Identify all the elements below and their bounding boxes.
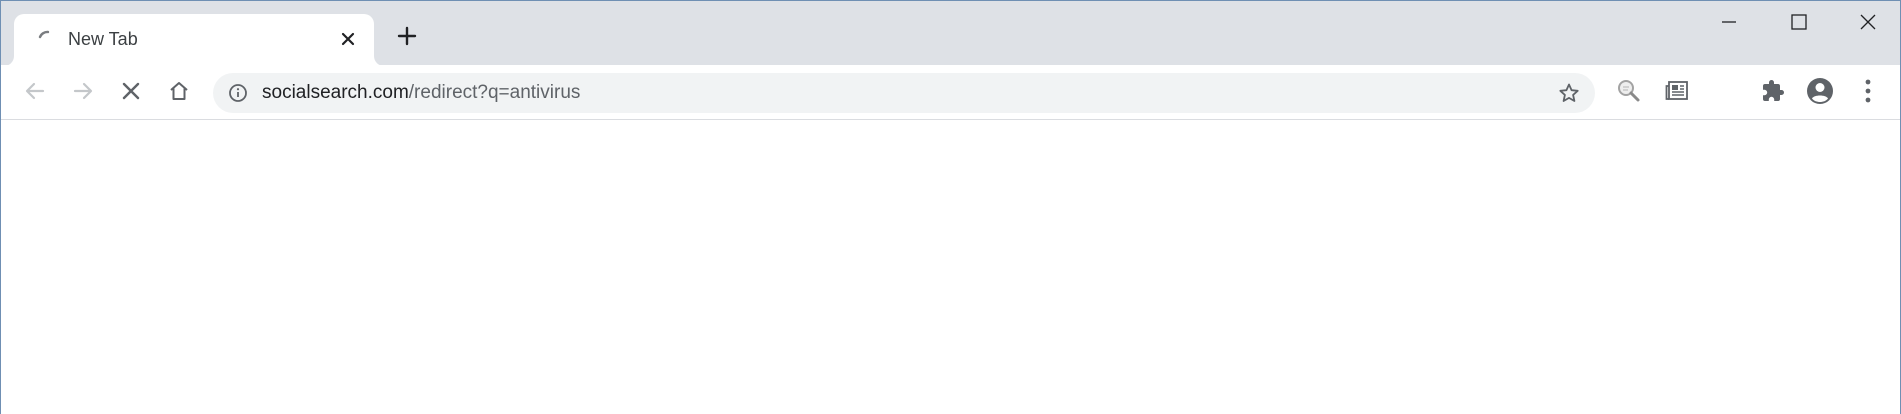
url-text[interactable]: socialsearch.com/redirect?q=antivirus [262, 82, 580, 104]
forward-button[interactable] [65, 75, 101, 111]
maximize-button[interactable] [1765, 1, 1833, 47]
maximize-icon [1791, 13, 1807, 35]
newspaper-icon [1664, 78, 1690, 109]
back-button[interactable] [17, 75, 53, 111]
tab-close-icon[interactable] [336, 27, 360, 51]
close-icon [1860, 14, 1876, 35]
stop-icon [120, 80, 142, 107]
info-icon[interactable] [226, 81, 250, 105]
url-host: socialsearch.com [262, 82, 409, 103]
tab-new-tab[interactable]: New Tab [14, 14, 374, 66]
home-icon [168, 80, 190, 107]
window-close-button[interactable] [1834, 1, 1901, 47]
plus-icon [396, 25, 418, 52]
browser-window: New Tab socialsearch.com/redirect?q=anti… [0, 0, 1901, 414]
account-circle-icon [1805, 76, 1835, 111]
loading-spinner-icon [34, 28, 56, 50]
extensions-button[interactable] [1755, 75, 1791, 111]
minimize-button[interactable] [1695, 1, 1763, 47]
stop-button[interactable] [113, 75, 149, 111]
url-path: /redirect?q=antivirus [408, 82, 581, 103]
tab-strip: New Tab [1, 1, 1901, 66]
new-tab-button[interactable] [391, 22, 423, 54]
page-content [1, 120, 1900, 414]
menu-button[interactable] [1850, 75, 1886, 111]
address-bar[interactable]: socialsearch.com/redirect?q=antivirus [213, 73, 1595, 113]
arrow-left-icon [24, 80, 46, 107]
home-button[interactable] [161, 75, 197, 111]
arrow-right-icon [72, 80, 94, 107]
extension-search-button[interactable] [1611, 75, 1647, 111]
search-magnifier-icon [1616, 78, 1642, 109]
extension-reader-button[interactable] [1659, 75, 1695, 111]
minimize-icon [1721, 14, 1737, 35]
toolbar: socialsearch.com/redirect?q=antivirus [1, 65, 1900, 120]
bookmark-star-icon[interactable] [1555, 79, 1583, 107]
tab-title: New Tab [68, 29, 138, 49]
puzzle-icon [1761, 79, 1785, 108]
profile-button[interactable] [1802, 75, 1838, 111]
kebab-menu-icon [1864, 78, 1872, 109]
